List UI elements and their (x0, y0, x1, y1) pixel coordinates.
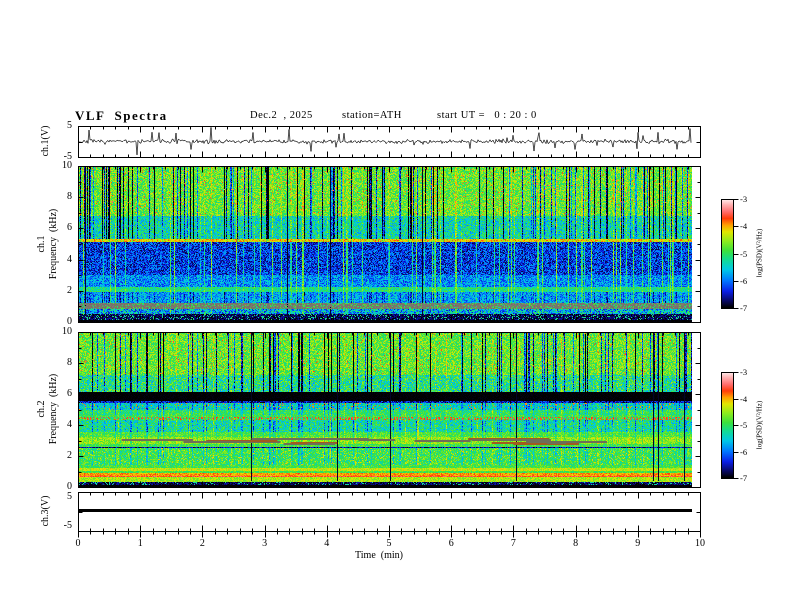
x-tick-label: 9 (635, 538, 641, 549)
ch1-freq-tick-label: 6 (67, 222, 72, 234)
x-tick-label: 10 (695, 538, 705, 549)
x-tick-label: 1 (137, 538, 143, 549)
x-tick-label: 0 (75, 538, 81, 549)
ch2-colorbar-tick-label: -7 (740, 473, 748, 483)
ch1-colorbar-tick-label: -6 (740, 275, 748, 286)
ch2-freq-tick-label: 4 (67, 419, 72, 430)
ch2-freq-tick-label: 8 (67, 357, 72, 368)
x-tick-label: 3 (262, 538, 268, 549)
ch2-freq-tick-label: 2 (67, 450, 72, 461)
ch1-colorbar-tick-label: -4 (740, 221, 748, 232)
ch1-freq-tick-label: 4 (67, 253, 72, 265)
ch1-freq-tick-label: 10 (62, 160, 72, 171)
generated-tick-labels: 0 1 2 3 4 5 6 7 8 9 10 10 8 6 4 2 0 10 8 6 4 2 0 -3 -4 -5 -6 -7 -3 -4… (0, 0, 792, 612)
ch2-freq-tick-label: 10 (62, 326, 72, 337)
x-tick-label: 2 (199, 538, 205, 549)
ch2-colorbar-tick-label: -6 (740, 446, 748, 457)
x-tick-label: 6 (448, 538, 454, 549)
ch2-freq-tick-label: 0 (67, 481, 72, 492)
ch1-colorbar-tick-label: -5 (740, 248, 748, 259)
vlf-spectra-figure: VLF Spectra Dec.2 , 2025 station=ATH sta… (0, 0, 792, 612)
ch2-colorbar-tick-label: -5 (740, 420, 748, 430)
ch1-colorbar-tick-label: -7 (740, 303, 748, 313)
x-tick-label: 7 (510, 538, 516, 549)
ch1-freq-tick-label: 2 (67, 284, 72, 296)
x-tick-label: 4 (324, 538, 330, 549)
ch1-colorbar-tick-label: -3 (740, 194, 748, 204)
ch2-colorbar-tick-label: -3 (740, 367, 748, 377)
ch1-freq-tick-label: 8 (67, 191, 72, 203)
ch2-freq-tick-label: 6 (67, 388, 72, 399)
ch2-colorbar-tick-label: -4 (740, 393, 748, 404)
x-tick-label: 5 (386, 538, 392, 549)
x-tick-label: 8 (573, 538, 579, 549)
